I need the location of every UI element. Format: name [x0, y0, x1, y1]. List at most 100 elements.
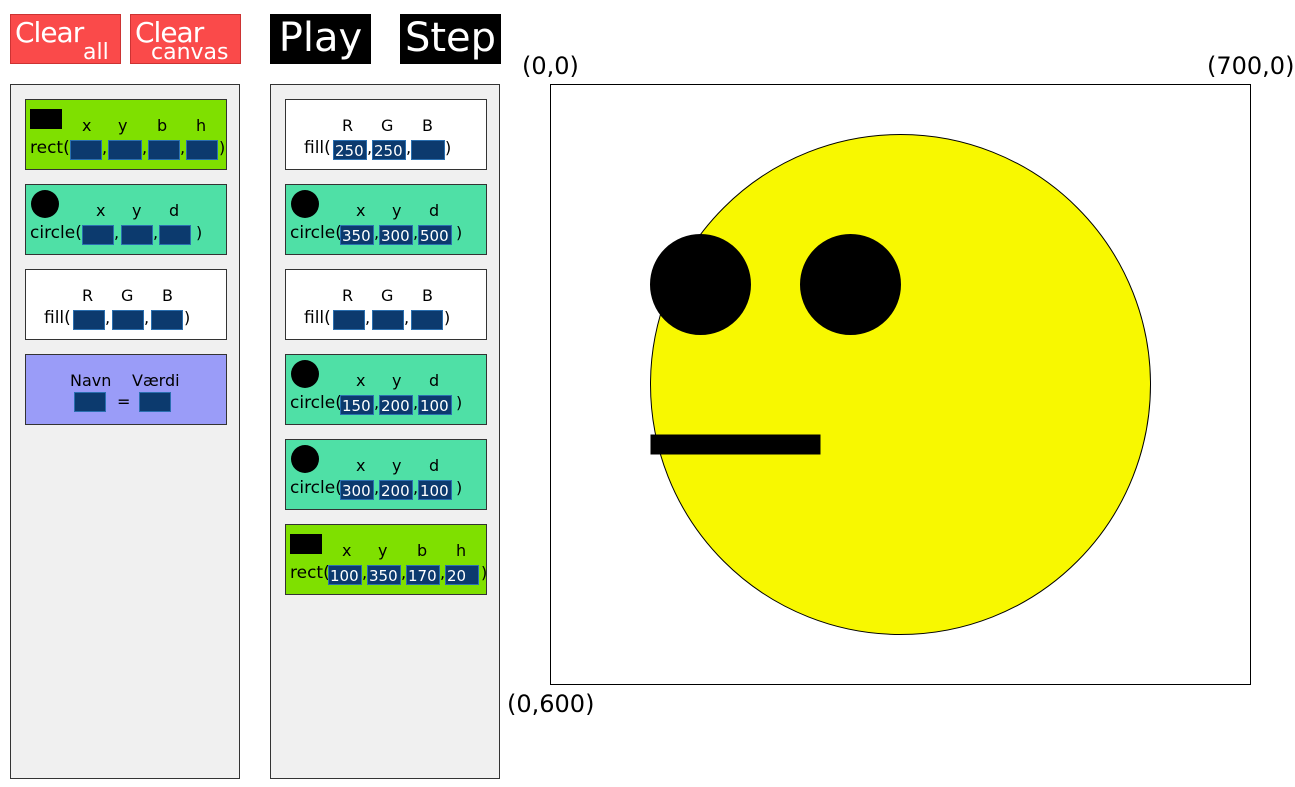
param-g-label: G [381, 286, 394, 305]
param-r-label: R [342, 116, 354, 135]
param-b-label: b [157, 116, 168, 135]
rect-x-input[interactable]: 100 [328, 565, 362, 585]
param-y-label: y [132, 201, 142, 220]
step-button[interactable]: Step [400, 14, 501, 64]
rect-b-input[interactable] [148, 140, 180, 160]
program-circle-block[interactable]: x y d circle( 150 , 200 , 100 ) [285, 354, 487, 425]
clear-canvas-sublabel: canvas [151, 40, 229, 65]
clear-canvas-button[interactable]: Clear canvas [130, 14, 241, 65]
program-rect-block[interactable]: x y b h rect( 100 , 350 , 170 , 20 ) [285, 524, 487, 595]
param-d-label: d [429, 201, 440, 220]
face-circle [650, 134, 1151, 635]
circle-x-input[interactable]: 150 [340, 395, 374, 415]
param-y-label: y [392, 201, 402, 220]
variable-value-input[interactable] [139, 392, 171, 412]
program-circle-block[interactable]: x y d circle( 350 , 300 , 500 ) [285, 184, 487, 255]
circle-d-input[interactable] [159, 225, 191, 245]
rect-fn-label: rect( [290, 563, 330, 583]
circle-fn-label: circle( [30, 223, 82, 243]
circle-d-input[interactable]: 100 [418, 395, 452, 415]
rect-y-input[interactable] [108, 140, 142, 160]
rect-h-input[interactable]: 20 [445, 565, 479, 585]
top-right-label: (700,0) [1207, 52, 1295, 80]
palette-rect-block[interactable]: x y b h rect( , , , ) [25, 99, 227, 170]
bottom-left-label: (0,600) [507, 690, 595, 718]
variable-value-label: Værdi [132, 371, 180, 390]
clear-all-label: Clear [15, 16, 84, 49]
param-g-label: G [381, 116, 394, 135]
fill-b-input[interactable] [411, 140, 445, 160]
circle-y-input[interactable] [121, 225, 153, 245]
fill-fn-label: fill( [304, 308, 331, 328]
mouth-rect [650, 434, 821, 455]
param-d-label: d [429, 371, 440, 390]
circle-fn-label: circle( [290, 478, 342, 498]
circle-y-input[interactable]: 200 [379, 395, 413, 415]
origin-label: (0,0) [522, 52, 579, 80]
param-b-label: B [162, 286, 173, 305]
program-fill-block[interactable]: R G B fill( , , ) [285, 269, 487, 340]
param-d-label: d [169, 201, 180, 220]
eye-circle [800, 234, 901, 335]
param-h-label: h [196, 116, 207, 135]
fill-b-input[interactable] [411, 310, 443, 330]
clear-all-sublabel: all [83, 40, 109, 65]
fill-g-input[interactable] [372, 310, 404, 330]
rect-y-input[interactable]: 350 [367, 565, 401, 585]
param-x-label: x [342, 541, 352, 560]
palette-variable-block[interactable]: Navn Værdi = [25, 354, 227, 425]
rect-x-input[interactable] [70, 140, 102, 160]
circle-x-input[interactable]: 300 [340, 480, 374, 500]
param-b-label: B [422, 116, 433, 135]
circle-y-input[interactable]: 200 [379, 480, 413, 500]
circle-fn-label: circle( [290, 223, 342, 243]
circle-icon [31, 190, 59, 218]
rect-fn-label: rect( [30, 138, 70, 158]
param-b-label: B [422, 286, 433, 305]
circle-icon [291, 360, 319, 388]
fill-r-input[interactable] [333, 310, 365, 330]
program-circle-block[interactable]: x y d circle( 300 , 200 , 100 ) [285, 439, 487, 510]
variable-name-label: Navn [70, 371, 112, 390]
play-button[interactable]: Play [270, 14, 371, 64]
circle-icon [291, 190, 319, 218]
param-x-label: x [356, 371, 366, 390]
param-d-label: d [429, 456, 440, 475]
circle-x-input[interactable]: 350 [340, 225, 374, 245]
param-y-label: y [378, 541, 388, 560]
fill-r-input[interactable] [73, 310, 105, 330]
palette-fill-block[interactable]: R G B fill( , , ) [25, 269, 227, 340]
palette-circle-block[interactable]: x y d circle( , , ) [25, 184, 227, 255]
param-b-label: b [417, 541, 428, 560]
rect-b-input[interactable]: 170 [406, 565, 440, 585]
circle-icon [291, 445, 319, 473]
fill-b-input[interactable] [151, 310, 183, 330]
equals-sign: = [117, 392, 131, 411]
fill-g-input[interactable] [112, 310, 144, 330]
param-g-label: G [121, 286, 134, 305]
variable-name-input[interactable] [74, 392, 106, 412]
fill-r-input[interactable]: 250 [333, 140, 367, 160]
clear-all-button[interactable]: Clear all [10, 14, 121, 65]
palette-panel: x y b h rect( , , , ) x y d circle( , , … [10, 84, 240, 779]
param-y-label: y [392, 456, 402, 475]
drawing-canvas[interactable] [550, 84, 1251, 685]
rect-icon [30, 109, 62, 129]
param-r-label: R [82, 286, 94, 305]
eye-circle [650, 234, 751, 335]
param-x-label: x [356, 456, 366, 475]
circle-fn-label: circle( [290, 393, 342, 413]
circle-x-input[interactable] [82, 225, 114, 245]
param-x-label: x [96, 201, 106, 220]
circle-d-input[interactable]: 100 [418, 480, 452, 500]
program-fill-block[interactable]: R G B fill( 250 , 250 , ) [285, 99, 487, 170]
fill-g-input[interactable]: 250 [372, 140, 406, 160]
param-x-label: x [82, 116, 92, 135]
circle-d-input[interactable]: 500 [418, 225, 452, 245]
drawing-layer [650, 134, 1151, 635]
fill-fn-label: fill( [304, 138, 331, 158]
param-x-label: x [356, 201, 366, 220]
param-y-label: y [118, 116, 128, 135]
circle-y-input[interactable]: 300 [379, 225, 413, 245]
rect-h-input[interactable] [186, 140, 218, 160]
